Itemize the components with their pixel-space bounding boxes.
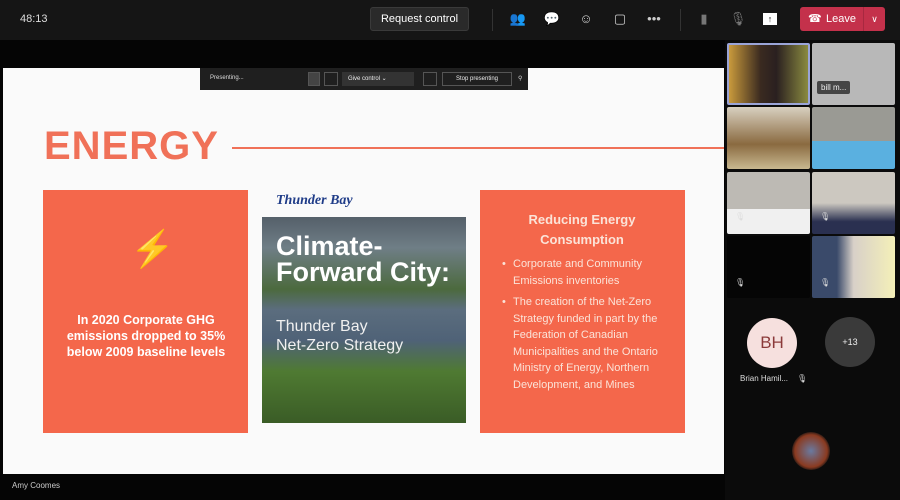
video-tile[interactable] [727, 43, 810, 105]
list-item: Corporate and Community Emissions invent… [500, 256, 680, 289]
meeting-timer: 48:13 [20, 13, 48, 25]
cover-subtitle-1: Thunder Bay [276, 318, 368, 335]
participant-name: bill m... [817, 81, 851, 94]
thunder-bay-logo: Thunder Bay [276, 193, 353, 208]
more-icon[interactable]: ••• [645, 10, 663, 28]
city-crest-icon [792, 432, 830, 470]
mic-off-icon: 🎙 [735, 278, 746, 287]
meeting-toolbar: 48:13 Request control 👥 💬 ☺ ▢ ••• ▮ 🎙 ↑ … [0, 0, 900, 40]
request-control-button[interactable]: Request control [370, 7, 469, 31]
leave-label: Leave [826, 13, 856, 25]
mic-off-icon: 🎙 [797, 374, 808, 383]
avatar[interactable]: BH [747, 318, 797, 368]
video-tile[interactable]: 🎙 [812, 236, 895, 298]
divider [492, 9, 493, 31]
screen-icon[interactable] [308, 72, 320, 86]
people-icon[interactable]: 👥 [509, 10, 527, 28]
give-control-label: Give control [348, 76, 381, 82]
phone-icon: ☎ [808, 13, 822, 25]
share-tray-icon[interactable]: ▢ [611, 10, 629, 28]
video-tile[interactable]: 🎙 [812, 172, 895, 234]
mic-off-icon[interactable]: 🎙 [729, 10, 747, 28]
energy-consumption-list: Corporate and Community Emissions invent… [500, 256, 680, 398]
video-tile[interactable] [727, 107, 810, 169]
presenter-name: Amy Coomes [12, 481, 61, 490]
share-icon[interactable]: ↑ [763, 13, 777, 25]
pin-icon[interactable]: ⚲ [518, 75, 522, 82]
cover-title: Climate-Forward City: [276, 231, 451, 287]
cover-subtitle: Thunder Bay Net-Zero Strategy [276, 317, 403, 355]
cover-subtitle-2: Net-Zero Strategy [276, 337, 404, 354]
leave-button[interactable]: ☎ Leave ∨ [800, 7, 885, 31]
window-icon[interactable] [324, 72, 338, 86]
list-item: The creation of the Net-Zero Strategy fu… [500, 294, 680, 393]
mic-off-icon: 🎙 [735, 212, 746, 221]
title-rule [232, 147, 724, 149]
chevron-down-icon[interactable]: ∨ [863, 7, 885, 31]
energy-consumption-title: Reducing Energy Consumption [528, 212, 636, 247]
stop-presenting-button[interactable]: Stop presenting [442, 72, 512, 86]
video-tile[interactable]: bill m... [812, 43, 895, 105]
camera-off-icon[interactable]: ▮ [695, 10, 713, 28]
mic-off-icon: 🎙 [820, 278, 831, 287]
video-tile[interactable]: 🎙 [727, 172, 810, 234]
mic-off-icon: 🎙 [820, 212, 831, 221]
lightning-icon: ⚡ [130, 228, 175, 269]
annotate-icon[interactable] [423, 72, 437, 86]
presenting-status: Presenting... [210, 75, 244, 81]
ghg-text: In 2020 Corporate GHG emissions dropped … [66, 313, 226, 359]
more-participants-button[interactable]: +13 [825, 317, 875, 367]
divider [680, 9, 681, 31]
strategy-cover-image: Climate-Forward City: Thunder Bay Net-Zer… [262, 217, 466, 423]
video-tile[interactable]: 🎙 [727, 236, 810, 298]
chat-icon[interactable]: 💬 [543, 10, 561, 28]
reactions-icon[interactable]: ☺ [577, 10, 595, 28]
video-tile[interactable] [812, 107, 895, 169]
participant-name: Brian Hamil... [740, 374, 789, 383]
presenter-toolbar: Presenting... Give control ⌄ Stop presen… [200, 68, 528, 90]
slide-title: ENERGY [44, 124, 219, 168]
give-control-dropdown[interactable]: Give control ⌄ [342, 72, 414, 86]
